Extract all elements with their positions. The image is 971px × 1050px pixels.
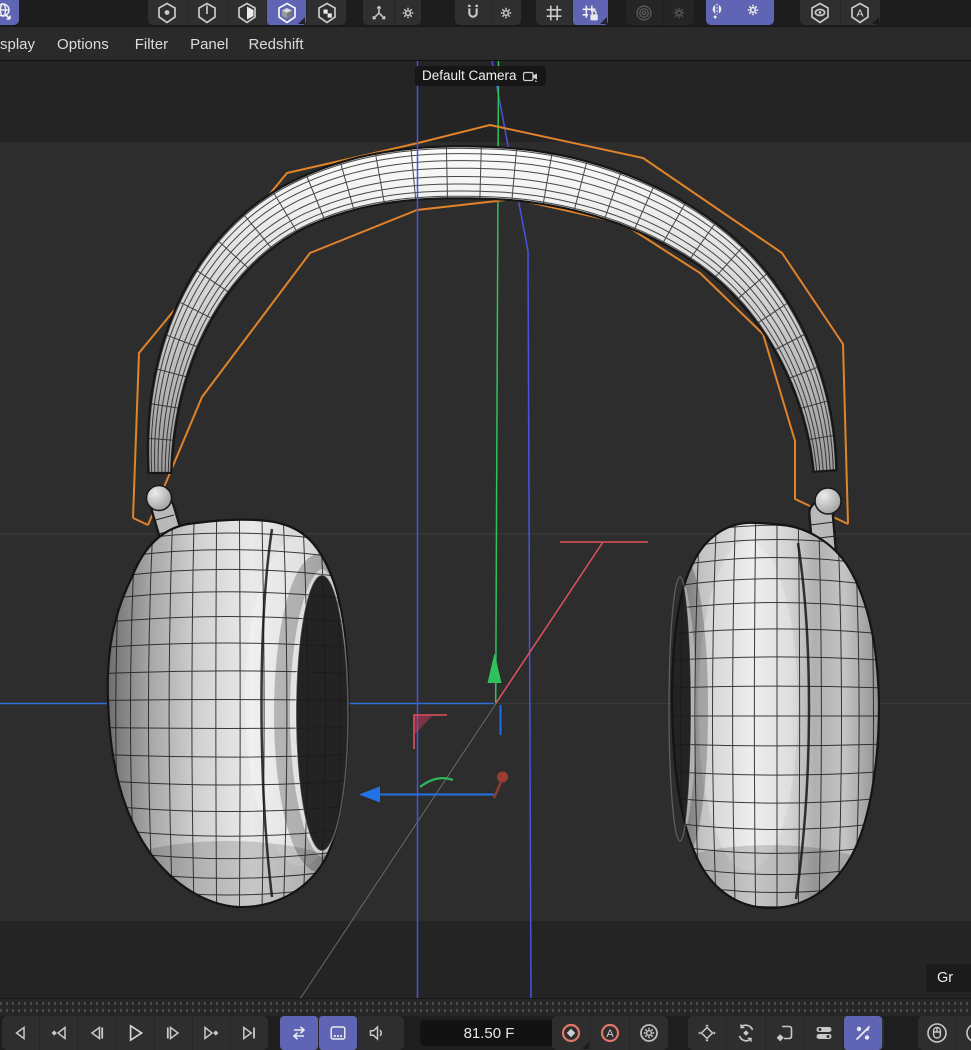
ruler-ticks-top bbox=[0, 1002, 971, 1005]
menu-options[interactable]: Options bbox=[57, 28, 109, 61]
menu-filter[interactable]: Filter bbox=[135, 28, 168, 61]
playback-group bbox=[2, 1016, 268, 1050]
prev-frame-button[interactable] bbox=[77, 1016, 115, 1050]
keying-settings-button[interactable] bbox=[629, 1016, 668, 1050]
axis-tool-group bbox=[363, 0, 421, 25]
frame-tint-bottom bbox=[0, 921, 971, 999]
mouse-input-button[interactable] bbox=[918, 1016, 956, 1050]
camera-label-text: Default Camera bbox=[422, 68, 517, 83]
solo-multi-button[interactable] bbox=[306, 0, 346, 25]
snap-magnet-icon[interactable] bbox=[455, 0, 491, 25]
quantize-group bbox=[536, 0, 608, 25]
falloff-rings-icon[interactable] bbox=[626, 0, 663, 25]
top-toolbar: A bbox=[0, 0, 971, 26]
goto-start-button[interactable] bbox=[2, 1016, 39, 1050]
keying-group: A bbox=[552, 1016, 668, 1050]
speaker-icon bbox=[367, 1023, 387, 1043]
input-extra-button[interactable] bbox=[956, 1016, 971, 1050]
gear-icon bbox=[743, 0, 774, 25]
input-device-group bbox=[918, 1016, 971, 1050]
falloff-group bbox=[626, 0, 694, 25]
key-toggles-group bbox=[688, 1016, 884, 1050]
submenu-corner bbox=[872, 17, 879, 24]
viewport-scene bbox=[0, 61, 971, 999]
gear-icon[interactable] bbox=[663, 0, 694, 25]
solo-split-button[interactable] bbox=[187, 0, 227, 25]
viewport-3d[interactable]: Default Camera Gr bbox=[0, 60, 971, 999]
auto-mode-button[interactable]: A bbox=[840, 0, 881, 25]
svg-text:A: A bbox=[857, 7, 864, 19]
axis-modify-icon[interactable] bbox=[363, 0, 394, 25]
loop-icon bbox=[289, 1023, 309, 1043]
timeline-ruler[interactable] bbox=[0, 998, 971, 1017]
submenu-corner bbox=[600, 17, 607, 24]
key-scale-toggle[interactable] bbox=[765, 1016, 804, 1050]
camera-icon bbox=[523, 70, 539, 82]
quantize-frame-icon[interactable] bbox=[536, 0, 572, 25]
key-rotation-toggle[interactable] bbox=[726, 1016, 765, 1050]
gear-icon[interactable] bbox=[491, 0, 521, 25]
hud-grid-label: Gr bbox=[926, 964, 971, 992]
solo-half-button[interactable] bbox=[227, 0, 267, 25]
autokey-button[interactable]: A bbox=[590, 1016, 629, 1050]
goto-end-button[interactable] bbox=[230, 1016, 268, 1050]
transport-bar: 81.50 F A bbox=[0, 1016, 971, 1050]
z-axis-dot[interactable] bbox=[497, 772, 508, 783]
cinema4d-window: A splay Options Filter Panel Redshift bbox=[0, 0, 971, 1050]
symmetry-icon bbox=[706, 0, 743, 25]
submenu-corner bbox=[582, 1042, 589, 1049]
key-position-toggle[interactable] bbox=[688, 1016, 726, 1050]
keyframe-mode-button[interactable] bbox=[318, 1016, 357, 1050]
hud-grid-text: Gr bbox=[937, 970, 953, 986]
camera-label[interactable]: Default Camera bbox=[415, 66, 546, 86]
playback-options-group bbox=[280, 1016, 404, 1050]
solo-eye-button[interactable] bbox=[800, 0, 840, 25]
gear-icon[interactable] bbox=[394, 0, 421, 25]
visibility-group: A bbox=[800, 0, 880, 25]
solo-cube-button[interactable] bbox=[266, 0, 306, 25]
key-pla-toggle[interactable] bbox=[843, 1016, 882, 1050]
play-button[interactable] bbox=[115, 1016, 153, 1050]
next-key-button[interactable] bbox=[192, 1016, 230, 1050]
menu-display[interactable]: splay bbox=[0, 28, 35, 61]
quantize-lock-button[interactable] bbox=[572, 0, 609, 25]
mouse-icon bbox=[925, 1021, 949, 1045]
menu-panel[interactable]: Panel bbox=[190, 28, 228, 61]
snap-group bbox=[455, 0, 521, 25]
audio-button[interactable] bbox=[357, 1016, 396, 1050]
navigation-tool-button[interactable] bbox=[0, 0, 19, 25]
solo-mode-group bbox=[148, 0, 346, 25]
next-frame-button[interactable] bbox=[154, 1016, 192, 1050]
svg-text:A: A bbox=[606, 1028, 614, 1040]
symmetry-group[interactable] bbox=[706, 0, 774, 25]
prev-key-button[interactable] bbox=[39, 1016, 77, 1050]
film-icon bbox=[328, 1023, 348, 1043]
solo-dot-button[interactable] bbox=[148, 0, 187, 25]
frame-field[interactable]: 81.50 F bbox=[420, 1020, 558, 1046]
loop-playback-button[interactable] bbox=[280, 1016, 318, 1050]
menu-redshift[interactable]: Redshift bbox=[248, 28, 303, 61]
ruler-ticks-bottom bbox=[0, 1009, 971, 1012]
navigation-globe-icon bbox=[0, 0, 15, 25]
frame-value: 81.50 F bbox=[464, 1025, 515, 1042]
key-parameter-toggle[interactable] bbox=[804, 1016, 843, 1050]
submenu-corner bbox=[298, 17, 305, 24]
input-extra-icon bbox=[964, 1021, 971, 1045]
viewport-menubar: splay Options Filter Panel Redshift bbox=[0, 26, 971, 61]
record-keyframe-button[interactable] bbox=[552, 1016, 590, 1050]
